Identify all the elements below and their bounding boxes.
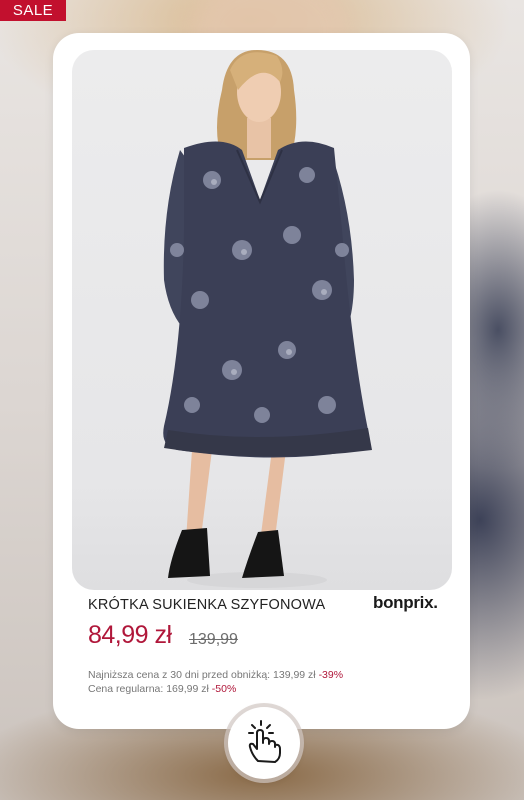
hand-tap-icon <box>248 720 281 763</box>
lowest-price-discount: -39% <box>318 669 344 681</box>
old-price: 139,99 <box>189 631 238 648</box>
lowest-price-info: Najniższa cena z 30 dni przed obniżką: 1… <box>88 669 343 681</box>
lowest-price-label: Najniższa cena z 30 dni przed obniżką: 1… <box>88 669 316 681</box>
brand-logo: bonprix. <box>373 593 438 612</box>
regular-price-label: Cena regularna: 169,99 zł <box>88 683 209 695</box>
current-price: 84,99 zł <box>88 621 172 649</box>
product-photo[interactable] <box>72 50 452 590</box>
sale-badge: SALE <box>0 0 66 21</box>
regular-price-discount: -50% <box>211 683 237 695</box>
model-illustration <box>163 50 372 588</box>
regular-price-info: Cena regularna: 169,99 zł -50% <box>88 683 236 695</box>
tap-button[interactable] <box>228 707 300 779</box>
product-title: KRÓTKA SUKIENKA SZYFONOWA <box>88 597 326 613</box>
product-card[interactable]: KRÓTKA SUKIENKA SZYFONOWA bonprix. 84,99… <box>53 33 470 729</box>
